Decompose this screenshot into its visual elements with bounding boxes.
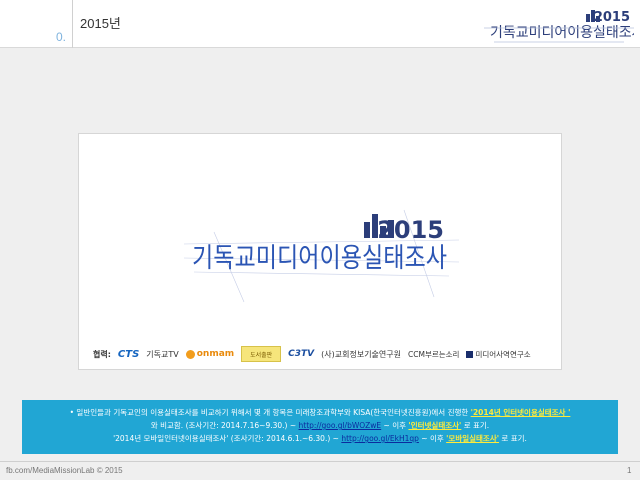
- slide-header: 0. 2015년 2015 기독교미디어이용실태조사: [0, 0, 640, 48]
- header-survey-logo: 2015 기독교미디어이용실태조사: [484, 10, 634, 43]
- onmam-logo: onmam: [185, 349, 235, 359]
- page-title: 2015년: [80, 16, 121, 31]
- media-ministry-logo: 미디어사역연구소: [466, 349, 531, 360]
- header-divider: [72, 0, 73, 48]
- media-ministry-label: 미디어사역연구소: [475, 349, 531, 359]
- notice-line-2: 와 비교함. (조사기간: 2014.7.16~9.30.) ~ http://…: [22, 419, 618, 432]
- notice-line-1-text: • 일반인들과 기독교인의 이용실태조사를 비교하기 위해서 몇 개 항목은 미…: [69, 408, 471, 417]
- ccm-label: CCM부르는소리: [408, 349, 460, 359]
- section-number: 0.: [56, 30, 67, 44]
- internet-survey-abbr: '인터넷실태조사': [408, 421, 462, 430]
- mobile-survey-abbr: '모바일실태조사': [446, 434, 500, 443]
- notice-line-3: '2014년 모바일인터넷이용실태조사' (조사기간: 2014.6.1.~6.…: [22, 432, 618, 445]
- notice-line-3-mid: ~ 이후: [418, 434, 447, 443]
- c3tv-logo: C3TV: [288, 349, 315, 359]
- notice-line-1: • 일반인들과 기독교인의 이용실태조사를 비교하기 위해서 몇 개 항목은 미…: [22, 406, 618, 419]
- internet-survey-link[interactable]: '2014년 인터넷이용실태조사 ': [471, 408, 571, 417]
- svg-text:기독교미디어이용실태조사: 기독교미디어이용실태조사: [490, 25, 634, 41]
- cts-tv-label: 기독교TV: [146, 349, 179, 359]
- internet-survey-url-link[interactable]: http://goo.gl/bWOZwE: [299, 421, 382, 430]
- svg-text:2015: 2015: [377, 216, 444, 244]
- onmam-dot-icon: [185, 349, 195, 359]
- svg-text:2015: 2015: [594, 10, 630, 25]
- page-number: 1: [627, 466, 632, 475]
- cts-logo: CTS: [117, 348, 140, 360]
- notice-line-2-text: 와 비교함. (조사기간: 2014.7.16~9.30.) ~: [150, 421, 299, 430]
- partners-row: 협력: CTS 기독교TV onmam 도서출판 C3TV (사)교회정보기술연…: [93, 346, 531, 362]
- survey-main-logo: 2015 기독교미디어이용실태조사: [184, 209, 459, 303]
- notice-line-2-mid: ~ 이후: [381, 421, 409, 430]
- notice-line-3-post: 로 표기.: [499, 434, 527, 443]
- notice-box: • 일반인들과 기독교인의 이용실태조사를 비교하기 위해서 몇 개 항목은 미…: [22, 400, 618, 454]
- footer-divider: [0, 461, 640, 462]
- notice-line-3-text: '2014년 모바일인터넷이용실태조사' (조사기간: 2014.6.1.~6.…: [113, 434, 342, 443]
- mobile-survey-url-link[interactable]: http://goo.gl/EkH1qp: [341, 434, 419, 443]
- footer-credit: fb.com/MediaMissionLab © 2015: [6, 466, 123, 475]
- partners-label: 협력:: [93, 349, 111, 359]
- onmam-label: onmam: [196, 349, 235, 359]
- notice-line-2-post: 로 표기.: [461, 421, 490, 430]
- kcri-label: (사)교회정보기술연구원: [321, 349, 401, 359]
- cover-card: 2015 기독교미디어이용실태조사 협력: CTS 기독교TV onmam 도서…: [78, 133, 562, 370]
- svg-text:기독교미디어이용실태조사: 기독교미디어이용실태조사: [192, 243, 447, 274]
- media-ministry-square-icon: [466, 350, 474, 358]
- book-publisher-logo: 도서출판: [241, 346, 282, 362]
